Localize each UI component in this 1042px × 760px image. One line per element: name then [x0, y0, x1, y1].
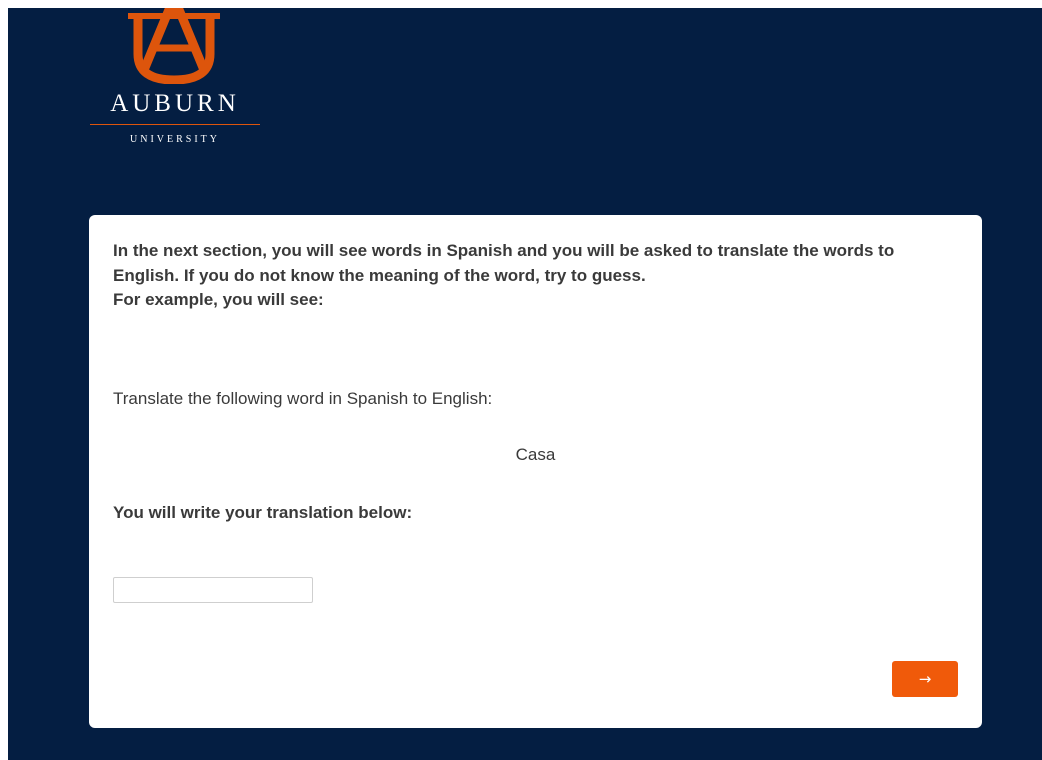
instructions-text: In the next section, you will see words … [113, 241, 895, 285]
instructions: In the next section, you will see words … [113, 239, 953, 313]
logo-wordmark: AUBURN [110, 90, 240, 117]
translation-input[interactable] [113, 577, 313, 603]
survey-page: AUBURN UNIVERSITY In the next section, y… [8, 8, 1042, 760]
example-prompt: Translate the following word in Spanish … [113, 389, 493, 408]
example-spanish-word: Casa [515, 445, 556, 464]
example-lead-in: For example, you will see: [113, 290, 324, 309]
auburn-university-logo: AUBURN UNIVERSITY [84, 8, 266, 158]
arrow-right-icon: → [918, 670, 932, 688]
logo-divider [90, 124, 260, 125]
answer-label: You will write your translation below: [113, 503, 413, 522]
question-card: In the next section, you will see words … [89, 215, 982, 728]
logo-subtitle: UNIVERSITY [130, 134, 220, 145]
next-button[interactable]: → [892, 661, 958, 697]
au-monogram-icon [128, 8, 220, 84]
